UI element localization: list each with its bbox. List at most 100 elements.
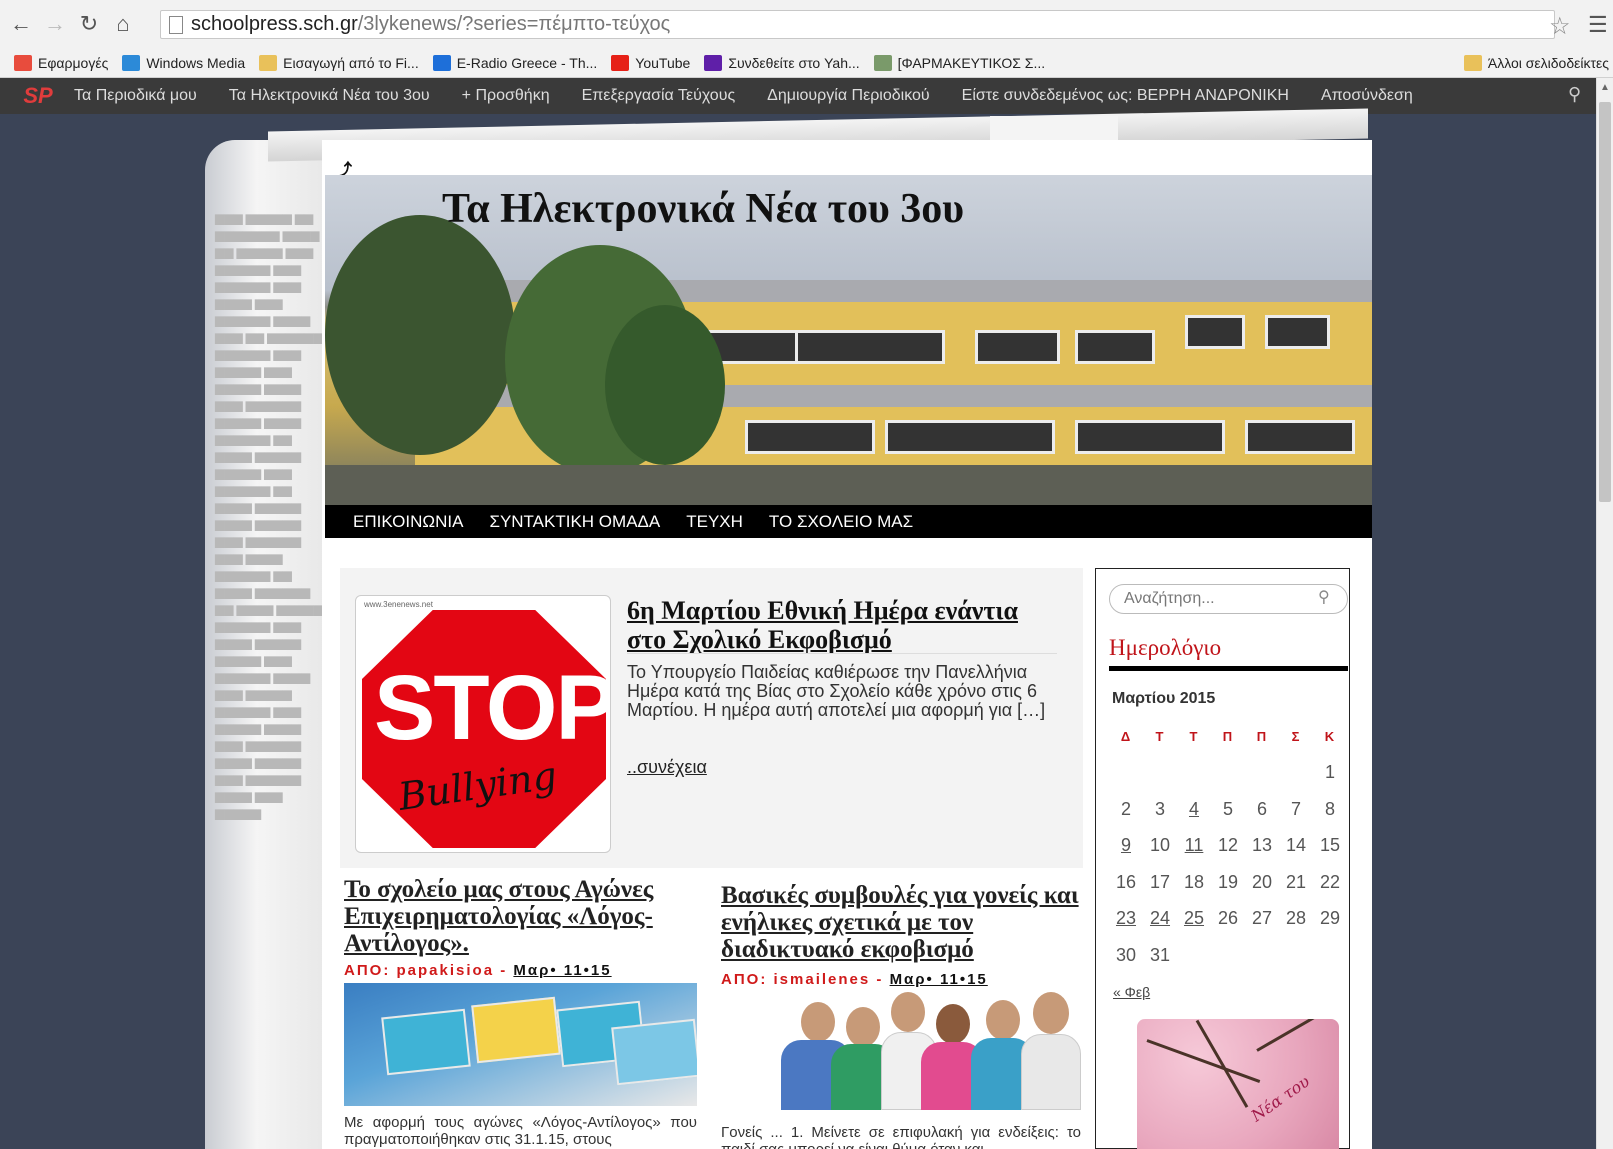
adminbar-item[interactable]: Αποσύνδεση: [1305, 87, 1429, 105]
person: [1021, 1034, 1081, 1110]
post-date[interactable]: Μαρ• 11•15: [513, 962, 611, 979]
post-image[interactable]: [721, 992, 1081, 1110]
adminbar-item[interactable]: Είστε συνδεδεμένος ως: ΒΕΡΡΗ ΑΝΔΡΟΝΙΚΗ: [946, 87, 1305, 105]
adminbar-item[interactable]: Δημιουργία Περιοδικού: [751, 87, 946, 105]
post-meta: ΑΠΟ: papakisioa - Μαρ• 11•15: [344, 962, 612, 979]
calendar-weekday-row: ΔΤΤΠΠΣΚ: [1109, 718, 1348, 755]
other-bookmarks-label: Άλλοι σελιδοδείκτες: [1487, 55, 1609, 71]
bookmark-label: [ΦΑΡΜΑΚΕΥΤΙΚΟΣ Σ...: [897, 54, 1046, 71]
calendar-weekday: Π: [1222, 728, 1234, 744]
calendar-day[interactable]: 11: [1177, 835, 1211, 856]
calendar-divider: [1109, 666, 1348, 671]
url-host: schoolpress.sch.gr: [191, 13, 358, 35]
site-nav-item[interactable]: ΣΥΝΤΑΚΤΙΚΗ ΟΜΑΔΑ: [489, 512, 660, 532]
calendar-day: 8: [1324, 798, 1335, 819]
post-date[interactable]: Μαρ• 11•15: [890, 971, 988, 988]
calendar-day: 14: [1285, 835, 1307, 856]
post-image[interactable]: [344, 983, 697, 1106]
bookmark-item[interactable]: [ΦΑΡΜΑΚΕΥΤΙΚΟΣ Σ...: [873, 54, 1046, 71]
calendar-day[interactable]: 23: [1109, 908, 1143, 929]
calendar-week: 9 10 11 12 13 14 15: [1109, 828, 1348, 865]
window: [1075, 420, 1225, 454]
other-bookmarks-folder[interactable]: Άλλοι σελιδοδείκτες: [1463, 55, 1609, 71]
reload-icon[interactable]: ↻: [76, 11, 102, 37]
post-title[interactable]: Βασικές συμβουλές για γονείς και ενήλικε…: [721, 882, 1081, 963]
adminbar-item[interactable]: Επεξεργασία Τεύχους: [566, 87, 752, 105]
adminbar-item[interactable]: + Προσθήκη: [446, 87, 566, 105]
calendar-day: 21: [1285, 871, 1307, 892]
calendar-day: 15: [1319, 835, 1341, 856]
window: [1185, 315, 1245, 349]
site-nav-item[interactable]: ΤΟ ΣΧΟΛΕΙΟ ΜΑΣ: [769, 512, 913, 532]
post-title[interactable]: Το σχολείο μας στους Αγώνες Επιχειρηματο…: [344, 876, 690, 957]
adminbar-item[interactable]: Τα Περιοδικά μου: [58, 87, 213, 105]
calendar-prev-link[interactable]: « Φεβ: [1113, 984, 1150, 1000]
post-excerpt: Με αφορμή τους αγώνες «Λόγος-Αντίλογος» …: [344, 1114, 697, 1148]
adminbar-item[interactable]: Τα Ηλεκτρονικά Νέα του 3ου: [213, 87, 446, 105]
featured-image[interactable]: www.3enenews.net STOP Bullying: [355, 595, 611, 853]
bookmark-item[interactable]: E-Radio Greece - Th...: [432, 54, 597, 71]
bookmark-item[interactable]: YouTube: [611, 54, 691, 71]
person: [936, 1004, 970, 1044]
calendar-title: Ημερολόγιο: [1109, 635, 1222, 660]
meta-separator: -: [870, 971, 890, 988]
site-title[interactable]: Τα Ηλεκτρονικά Νέα του 3ου: [442, 185, 964, 233]
calendar-weekday: Τ: [1189, 728, 1199, 744]
browser-menu-icon[interactable]: ☰: [1588, 12, 1608, 38]
site-nav-item[interactable]: ΕΠΙΚΟΙΝΩΝΙΑ: [353, 512, 463, 532]
forward-arrow-icon[interactable]: →: [42, 11, 68, 37]
bookmarks-bar: Εφαρμογές Windows Media Εισαγωγή από το Fi…: [0, 48, 1613, 78]
back-arrow-icon[interactable]: ←: [8, 11, 34, 37]
bookmark-label: Εφαρμογές: [38, 54, 109, 71]
calendar-day[interactable]: 24: [1143, 908, 1177, 929]
post-author[interactable]: ismailenes: [774, 971, 871, 988]
calendar-weekday: Σ: [1291, 728, 1301, 744]
adminbar-search-icon[interactable]: ⚲: [1568, 84, 1581, 105]
widget-image[interactable]: Νέα του: [1137, 1019, 1339, 1149]
bookmark-item[interactable]: Εφαρμογές: [14, 54, 109, 71]
url-path: /3lykenews/?series=πέμπτο-τεύχος: [357, 13, 671, 35]
calendar-weekday: Κ: [1324, 728, 1336, 744]
address-bar[interactable]: schoolpress.sch.gr/3lykenews/?series=πέμ…: [160, 10, 1555, 39]
site-nav-item[interactable]: ΤΕΥΧΗ: [686, 512, 743, 532]
page-icon: [169, 15, 183, 34]
search-input[interactable]: Αναζήτηση...: [1109, 584, 1348, 614]
bookmark-label: Συνδεθείτε στο Yah...: [728, 54, 860, 71]
tree: [605, 305, 725, 465]
calendar-grid: Δ Τ Τ Π Π Σ Κ 1 2 3 4 5 6 7 8 9 10 11 12 13 14 15 16 17 18 19 20 21…: [1109, 718, 1348, 974]
calendar-day[interactable]: 4: [1177, 799, 1211, 820]
calendar-day: 20: [1251, 871, 1273, 892]
window: [885, 420, 1055, 454]
schoolyard: [325, 465, 1372, 505]
page-scrollbar[interactable]: ▲: [1596, 78, 1613, 1149]
calendar-day: 7: [1290, 798, 1301, 819]
yahoo-icon: [704, 54, 723, 71]
home-icon[interactable]: ⌂: [110, 11, 136, 37]
window: [1075, 330, 1155, 364]
search-icon[interactable]: ⚲: [1318, 587, 1330, 607]
calendar-day: 10: [1149, 835, 1171, 856]
bookmark-item[interactable]: Windows Media: [122, 54, 245, 71]
windows-media-icon: [122, 54, 141, 71]
featured-excerpt: Το Υπουργείο Παιδείας καθιέρωσε την Πανε…: [627, 662, 1046, 720]
scrollbar-thumb[interactable]: [1599, 102, 1611, 502]
bookmark-item[interactable]: Συνδεθείτε στο Yah...: [704, 54, 860, 71]
window: [975, 330, 1060, 364]
post-author[interactable]: papakisioa: [397, 962, 495, 979]
badge-card: [381, 1008, 471, 1076]
folder-icon: [259, 54, 278, 71]
calendar-week: 23 24 25 26 27 28 29: [1109, 901, 1348, 938]
featured-title[interactable]: 6η Μαρτίου Εθνική Ημέρα ενάντια στο Σχολ…: [627, 596, 1057, 654]
bookmark-star-icon[interactable]: ☆: [1549, 12, 1571, 41]
calendar-day: 1: [1324, 762, 1335, 783]
calendar-day[interactable]: 25: [1177, 908, 1211, 929]
read-more-link[interactable]: ..συνέχεια: [627, 757, 707, 778]
scroll-up-icon[interactable]: ▲: [1600, 82, 1610, 93]
calendar-day[interactable]: 9: [1109, 835, 1143, 856]
schoolpress-logo[interactable]: SP: [18, 78, 58, 114]
folder-icon: [1463, 55, 1482, 71]
eradio-icon: [432, 54, 451, 71]
bookmark-item[interactable]: Εισαγωγή από το Fi...: [259, 54, 419, 71]
bookmark-label: YouTube: [635, 54, 691, 71]
person: [891, 992, 925, 1032]
